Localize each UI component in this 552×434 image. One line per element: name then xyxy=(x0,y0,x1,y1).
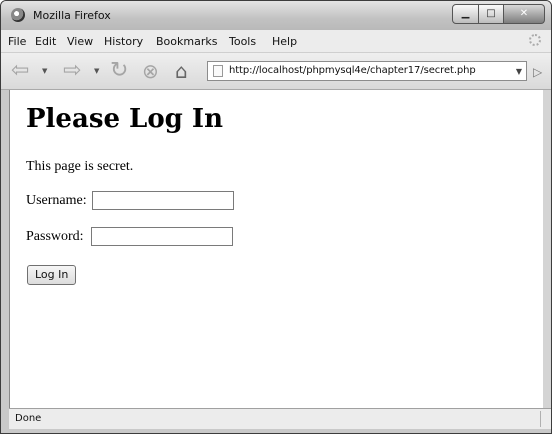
login-button[interactable]: Log In xyxy=(27,265,77,285)
throbber-icon xyxy=(529,34,541,46)
menu-bar: File Edit View History Bookmarks Tools H… xyxy=(1,30,551,53)
browser-window: Mozilla Firefox ▁ □ ✕ File Edit View His… xyxy=(0,0,552,434)
back-history-dropdown-icon[interactable]: ▼ xyxy=(42,67,47,75)
window-controls: ▁ □ ✕ xyxy=(452,4,545,24)
window-title: Mozilla Firefox xyxy=(33,9,111,22)
forward-history-dropdown-icon[interactable]: ▼ xyxy=(94,67,99,75)
reload-icon[interactable]: ↻ xyxy=(110,60,128,82)
username-input[interactable] xyxy=(92,191,234,210)
firefox-icon xyxy=(11,8,25,22)
menu-file[interactable]: File xyxy=(8,35,26,48)
forward-icon[interactable]: ⇨ xyxy=(63,60,81,82)
title-bar: Mozilla Firefox ▁ □ ✕ xyxy=(1,1,551,30)
status-text: Done xyxy=(15,413,42,424)
page-icon xyxy=(213,65,223,77)
address-bar[interactable]: http://localhost/phpmysql4e/chapter17/se… xyxy=(207,61,527,81)
maximize-button[interactable]: □ xyxy=(479,4,504,24)
menu-help[interactable]: Help xyxy=(272,35,297,48)
menu-history[interactable]: History xyxy=(104,35,143,48)
navigation-toolbar: ⇦ ▼ ⇨ ▼ ↻ ⊗ ⌂ http://localhost/phpmysql4… xyxy=(1,53,551,90)
menu-view[interactable]: View xyxy=(67,35,93,48)
intro-text: This page is secret. xyxy=(26,159,134,174)
minimize-button[interactable]: ▁ xyxy=(452,4,479,24)
status-divider xyxy=(540,411,541,427)
stop-icon[interactable]: ⊗ xyxy=(142,60,159,82)
password-input[interactable] xyxy=(91,227,233,246)
close-button[interactable]: ✕ xyxy=(504,4,545,24)
username-label: Username: xyxy=(26,193,87,208)
status-bar: Done xyxy=(9,408,551,429)
password-label: Password: xyxy=(26,229,84,244)
page-content: Please Log In This page is secret. Usern… xyxy=(9,90,544,408)
page-heading: Please Log In xyxy=(26,104,223,134)
menu-tools[interactable]: Tools xyxy=(229,35,256,48)
back-icon[interactable]: ⇦ xyxy=(11,60,29,82)
go-icon[interactable]: ▷ xyxy=(533,65,542,79)
home-icon[interactable]: ⌂ xyxy=(175,60,188,82)
menu-bookmarks[interactable]: Bookmarks xyxy=(156,35,217,48)
address-dropdown-icon[interactable]: ▼ xyxy=(516,67,522,76)
right-frame-edge xyxy=(543,90,551,408)
address-text[interactable]: http://localhost/phpmysql4e/chapter17/se… xyxy=(229,65,476,76)
menu-edit[interactable]: Edit xyxy=(35,35,56,48)
